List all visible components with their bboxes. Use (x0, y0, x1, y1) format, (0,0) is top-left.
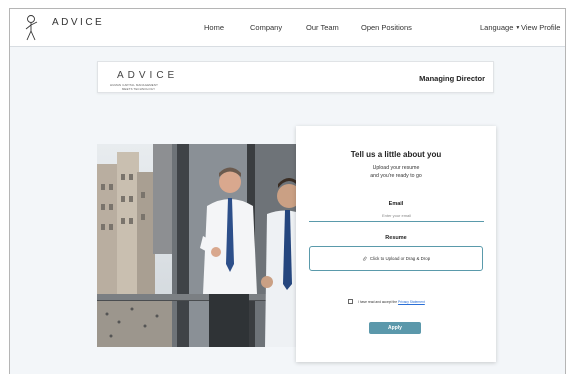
nav-our-team[interactable]: Our Team (306, 23, 339, 32)
form-subtitle-line2: and you're ready to go (370, 173, 422, 179)
top-navigation-bar: ADVICE Home Company Our Team Open Positi… (10, 9, 565, 47)
position-title: Managing Director (419, 74, 485, 83)
language-label: Language (480, 23, 514, 32)
nav-home[interactable]: Home (204, 23, 224, 32)
brand-logo-text: ADVICE (52, 17, 105, 28)
consent-text: I have read and accept the (358, 299, 398, 304)
paperclip-icon (362, 256, 367, 261)
nav-open-positions[interactable]: Open Positions (361, 23, 412, 32)
resume-upload-dropzone[interactable]: Click to Upload or Drag & Drop (309, 246, 483, 271)
email-input[interactable] (309, 210, 484, 222)
nav-company[interactable]: Company (250, 23, 282, 32)
hero-photo (97, 144, 297, 347)
privacy-statement-link[interactable]: Privacy Statement (398, 300, 425, 304)
caret-down-icon: ▼ (515, 25, 521, 31)
stick-figure-logo-icon (25, 15, 38, 41)
application-form-card: Tell us a little about you Upload your r… (296, 126, 496, 362)
upload-text: Click to Upload or Drag & Drop (369, 256, 431, 261)
banner-tagline-line2: MEETS TECHNOLOGY (122, 87, 156, 91)
privacy-checkbox[interactable] (348, 299, 353, 304)
language-dropdown[interactable]: Language ▼ (480, 23, 520, 32)
form-title: Tell us a little about you (350, 150, 442, 159)
browser-viewport: ADVICE Home Company Our Team Open Positi… (9, 8, 566, 374)
apply-button[interactable]: Apply (369, 322, 421, 334)
view-profile-link[interactable]: View Profile (521, 23, 560, 32)
resume-label: Resume (385, 235, 407, 241)
email-label: Email (388, 201, 404, 207)
office-balcony-photo (97, 144, 297, 347)
form-subtitle-line1: Upload your resume (372, 165, 420, 171)
brand-logo[interactable]: ADVICE (22, 13, 102, 43)
privacy-consent[interactable]: I have read and accept the Privacy State… (348, 299, 425, 304)
position-banner: ADVICE HUMAN CAPITAL MANAGEMENT MEETS TE… (97, 61, 494, 93)
banner-logo: ADVICE HUMAN CAPITAL MANAGEMENT MEETS TE… (104, 67, 184, 91)
banner-logo-text: ADVICE (117, 70, 179, 81)
